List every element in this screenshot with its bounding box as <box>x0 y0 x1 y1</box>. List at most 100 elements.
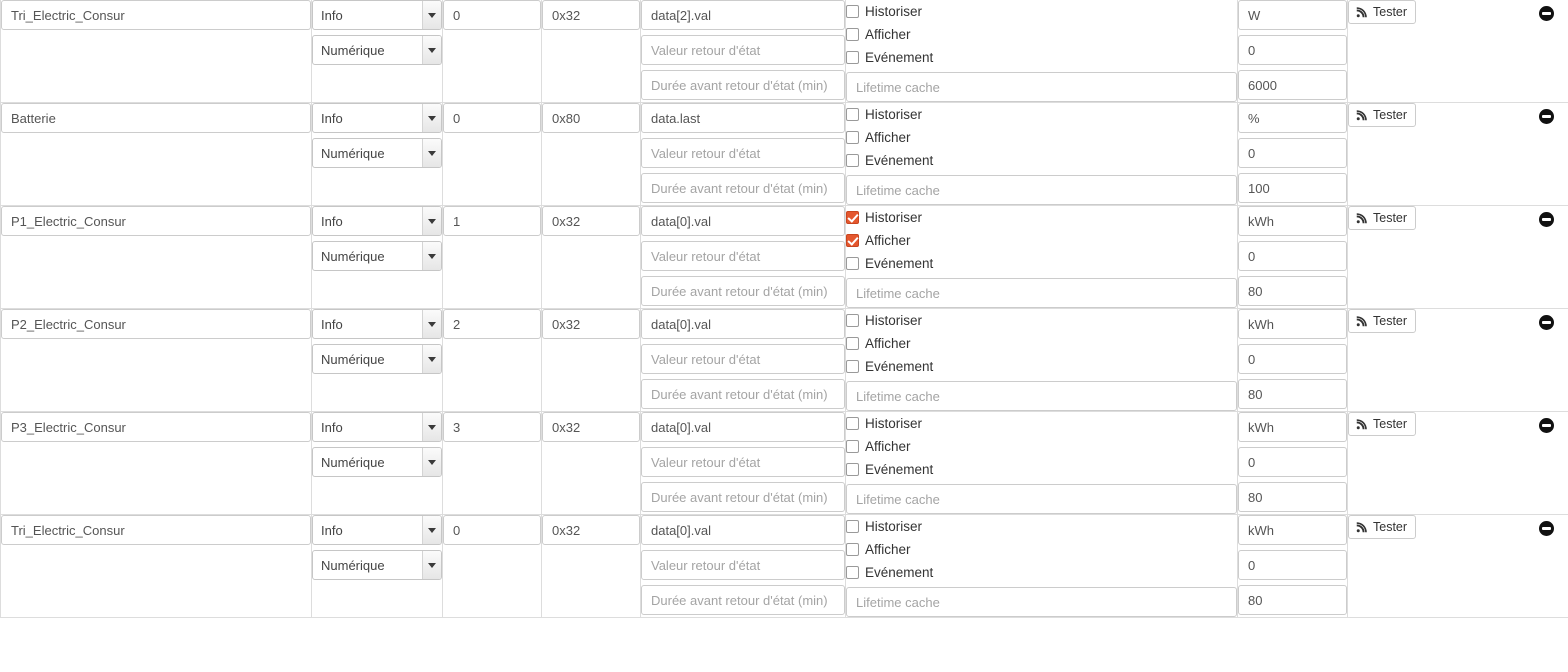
evenement-row[interactable]: Evénement <box>846 561 1237 583</box>
historiser-checkbox[interactable] <box>846 416 859 430</box>
state-delay-input[interactable] <box>641 379 845 409</box>
type-select[interactable]: InfoAction <box>312 103 442 133</box>
name-input[interactable] <box>1 412 311 442</box>
max-input[interactable] <box>1238 173 1347 203</box>
state-value-input[interactable] <box>641 241 845 271</box>
request-input[interactable] <box>641 0 845 30</box>
historiser-row[interactable]: Historiser <box>846 103 1237 125</box>
type-select[interactable]: InfoAction <box>312 515 442 545</box>
tester-button[interactable]: Tester <box>1348 103 1417 127</box>
min-input[interactable] <box>1238 138 1347 168</box>
state-value-input[interactable] <box>641 550 845 580</box>
historiser-row[interactable]: Historiser <box>846 0 1237 22</box>
tester-button[interactable]: Tester <box>1348 309 1417 333</box>
id-input[interactable] <box>443 412 541 442</box>
name-input[interactable] <box>1 309 311 339</box>
state-value-input[interactable] <box>641 138 845 168</box>
state-delay-input[interactable] <box>641 585 845 615</box>
lifetime-cache-input[interactable] <box>846 278 1237 308</box>
subtype-select[interactable]: NumériqueBinaireAutre <box>312 344 442 374</box>
unit-input[interactable] <box>1238 0 1347 30</box>
afficher-checkbox[interactable] <box>846 336 859 350</box>
tester-button[interactable]: Tester <box>1348 412 1417 436</box>
afficher-checkbox[interactable] <box>846 233 859 247</box>
lifetime-cache-input[interactable] <box>846 381 1237 411</box>
subtype-select[interactable]: NumériqueBinaireAutre <box>312 35 442 65</box>
subtype-select[interactable]: NumériqueBinaireAutre <box>312 447 442 477</box>
tester-button[interactable]: Tester <box>1348 0 1417 24</box>
address-input[interactable] <box>542 309 640 339</box>
remove-row-icon[interactable] <box>1539 418 1554 433</box>
request-input[interactable] <box>641 309 845 339</box>
evenement-row[interactable]: Evénement <box>846 252 1237 274</box>
historiser-checkbox[interactable] <box>846 519 859 533</box>
evenement-row[interactable]: Evénement <box>846 149 1237 171</box>
lifetime-cache-input[interactable] <box>846 587 1237 617</box>
max-input[interactable] <box>1238 585 1347 615</box>
name-input[interactable] <box>1 103 311 133</box>
unit-input[interactable] <box>1238 103 1347 133</box>
max-input[interactable] <box>1238 379 1347 409</box>
min-input[interactable] <box>1238 344 1347 374</box>
afficher-row[interactable]: Afficher <box>846 126 1237 148</box>
address-input[interactable] <box>542 515 640 545</box>
request-input[interactable] <box>641 515 845 545</box>
remove-row-icon[interactable] <box>1539 315 1554 330</box>
evenement-checkbox[interactable] <box>846 565 859 579</box>
state-value-input[interactable] <box>641 447 845 477</box>
historiser-row[interactable]: Historiser <box>846 515 1237 537</box>
name-input[interactable] <box>1 515 311 545</box>
evenement-row[interactable]: Evénement <box>846 46 1237 68</box>
evenement-checkbox[interactable] <box>846 256 859 270</box>
afficher-row[interactable]: Afficher <box>846 229 1237 251</box>
state-value-input[interactable] <box>641 344 845 374</box>
id-input[interactable] <box>443 309 541 339</box>
tester-button[interactable]: Tester <box>1348 515 1417 539</box>
id-input[interactable] <box>443 0 541 30</box>
remove-row-icon[interactable] <box>1539 109 1554 124</box>
historiser-row[interactable]: Historiser <box>846 309 1237 331</box>
unit-input[interactable] <box>1238 515 1347 545</box>
min-input[interactable] <box>1238 241 1347 271</box>
unit-input[interactable] <box>1238 412 1347 442</box>
afficher-row[interactable]: Afficher <box>846 538 1237 560</box>
afficher-checkbox[interactable] <box>846 27 859 41</box>
address-input[interactable] <box>542 103 640 133</box>
state-delay-input[interactable] <box>641 276 845 306</box>
max-input[interactable] <box>1238 70 1347 100</box>
lifetime-cache-input[interactable] <box>846 484 1237 514</box>
unit-input[interactable] <box>1238 206 1347 236</box>
historiser-checkbox[interactable] <box>846 313 859 327</box>
afficher-row[interactable]: Afficher <box>846 435 1237 457</box>
subtype-select[interactable]: NumériqueBinaireAutre <box>312 138 442 168</box>
historiser-row[interactable]: Historiser <box>846 206 1237 228</box>
historiser-checkbox[interactable] <box>846 4 859 18</box>
historiser-checkbox[interactable] <box>846 107 859 121</box>
historiser-checkbox[interactable] <box>846 210 859 224</box>
evenement-checkbox[interactable] <box>846 50 859 64</box>
state-delay-input[interactable] <box>641 482 845 512</box>
id-input[interactable] <box>443 206 541 236</box>
address-input[interactable] <box>542 206 640 236</box>
subtype-select[interactable]: NumériqueBinaireAutre <box>312 550 442 580</box>
request-input[interactable] <box>641 206 845 236</box>
unit-input[interactable] <box>1238 309 1347 339</box>
remove-row-icon[interactable] <box>1539 521 1554 536</box>
min-input[interactable] <box>1238 550 1347 580</box>
evenement-checkbox[interactable] <box>846 153 859 167</box>
remove-row-icon[interactable] <box>1539 212 1554 227</box>
evenement-checkbox[interactable] <box>846 462 859 476</box>
afficher-row[interactable]: Afficher <box>846 332 1237 354</box>
afficher-checkbox[interactable] <box>846 130 859 144</box>
name-input[interactable] <box>1 206 311 236</box>
request-input[interactable] <box>641 412 845 442</box>
min-input[interactable] <box>1238 35 1347 65</box>
request-input[interactable] <box>641 103 845 133</box>
type-select[interactable]: InfoAction <box>312 309 442 339</box>
state-value-input[interactable] <box>641 35 845 65</box>
lifetime-cache-input[interactable] <box>846 72 1237 102</box>
id-input[interactable] <box>443 103 541 133</box>
id-input[interactable] <box>443 515 541 545</box>
evenement-row[interactable]: Evénement <box>846 458 1237 480</box>
state-delay-input[interactable] <box>641 173 845 203</box>
